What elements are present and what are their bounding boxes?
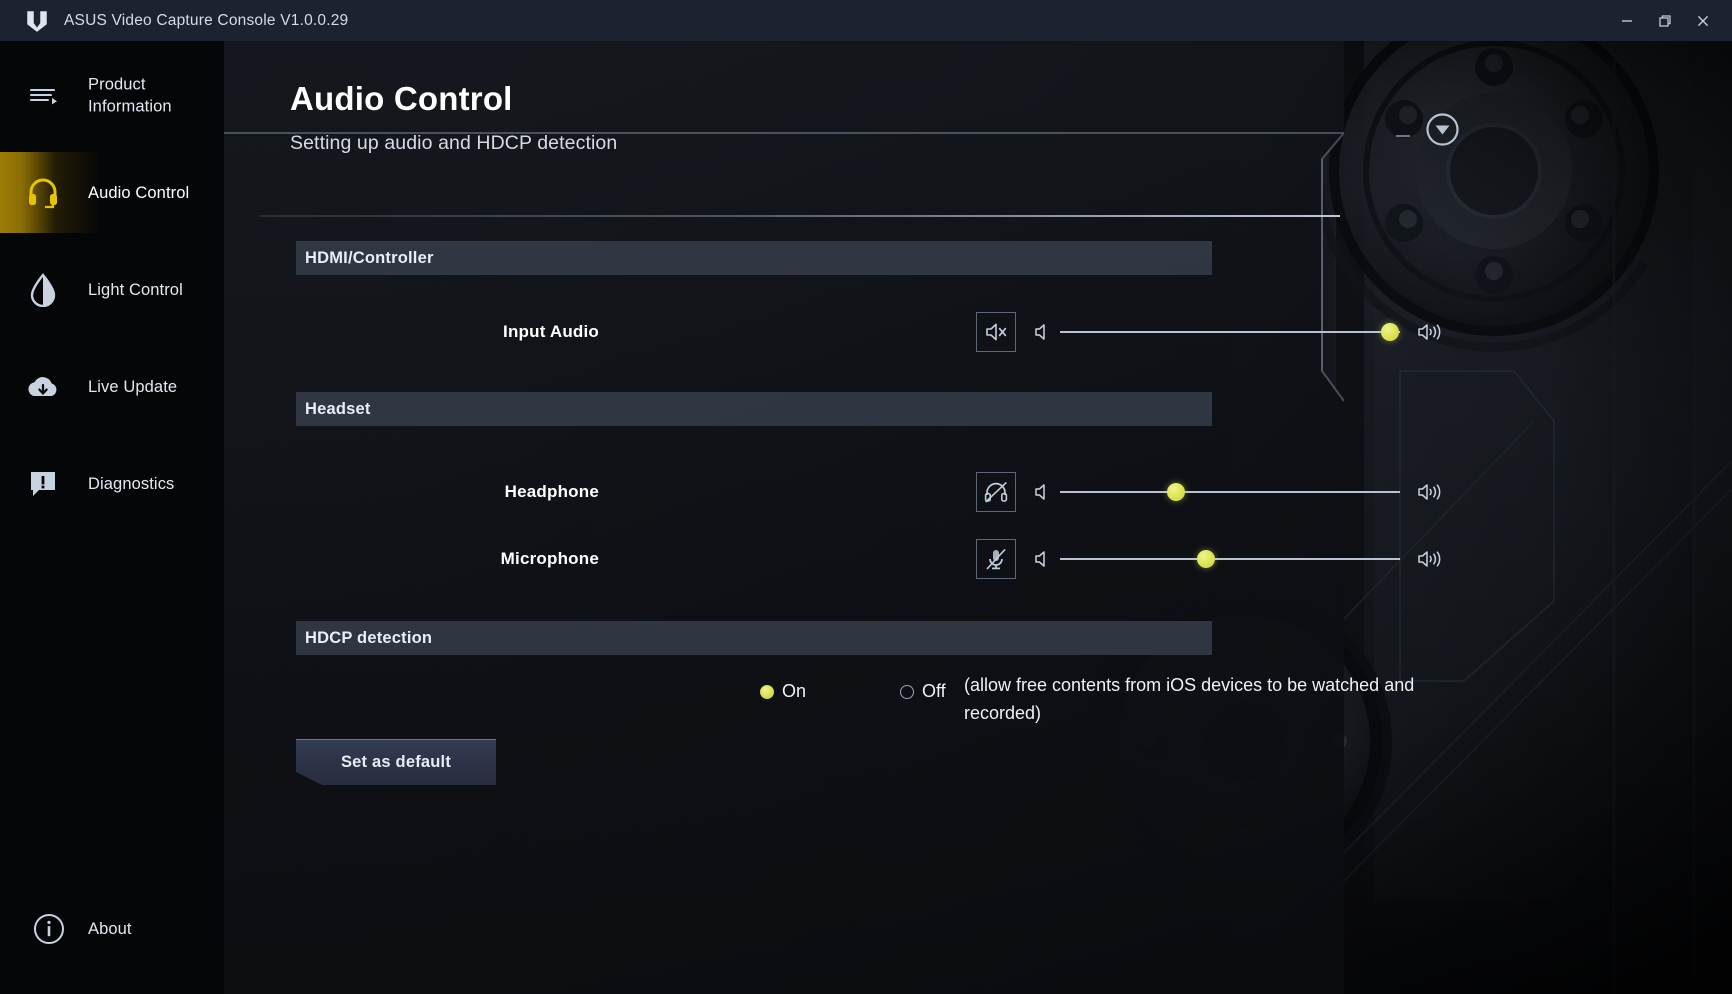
speaker-low-icon [1034,483,1050,501]
radio-dot [760,684,774,699]
sidebar-item-label: Light Control [88,280,183,299]
header-divider [260,215,1340,217]
section-header-hdcp-detection: HDCP detection [296,621,1212,655]
slider-track [1060,558,1400,560]
speaker-high-icon [1417,482,1443,502]
radio-dot [900,684,914,699]
tuf-shield-logo [27,10,47,32]
row-headphone: Headphone [224,469,1441,515]
set-as-default-button[interactable]: Set as default [296,739,496,785]
input-audio-slider[interactable] [1060,322,1400,342]
speaker-high-icon [1417,549,1443,569]
headset-icon [22,172,64,214]
slider-thumb[interactable] [1380,323,1399,341]
input-audio-mute-button[interactable] [976,312,1016,352]
sidebar-item-diagnostics[interactable]: Diagnostics [0,435,224,532]
sidebar-item-label: Live Update [88,377,178,396]
restore-button[interactable] [1646,0,1684,41]
window-title: ASUS Video Capture Console V1.0.0.29 [64,11,349,29]
row-label: Microphone [500,549,599,568]
row-input-audio: Input Audio [224,309,1441,355]
headphone-mute-button[interactable] [976,472,1016,512]
alert-chat-icon [22,463,64,505]
sidebar-item-label: About [88,919,132,938]
speaker-high-icon [1417,322,1443,342]
row-microphone: Microphone [224,536,1441,582]
title-bar: ASUS Video Capture Console V1.0.0.29 [0,0,1732,41]
sidebar-item-light-control[interactable]: Light Control [0,241,224,338]
hdcp-radio-on[interactable]: On [760,681,806,702]
droplet-contrast-icon [22,269,64,311]
button-label: Set as default [340,752,452,771]
slider-track [1060,331,1400,333]
microphone-mute-button[interactable] [976,539,1016,579]
minimize-icon [1622,19,1632,22]
hdcp-note: (allow free contents from iOS devices to… [964,675,1415,723]
sidebar-item-label: Diagnostics [88,474,175,493]
close-icon [1697,15,1709,26]
page-title: Audio Control [290,80,513,117]
microphone-slider[interactable] [1060,549,1400,569]
sidebar-item-about[interactable]: About [0,894,224,964]
slider-track [1060,491,1400,493]
slider-thumb[interactable] [1166,483,1185,501]
headphone-slider[interactable] [1060,482,1400,502]
sidebar-item-live-update[interactable]: Live Update [0,338,224,435]
close-button[interactable] [1684,0,1722,41]
section-header-headset: Headset [296,392,1212,426]
speaker-low-icon [1034,323,1050,341]
sidebar-item-label: Audio Control [88,183,190,202]
section-title: HDCP detection [305,628,433,647]
section-title: HDMI/Controller [305,248,434,267]
radio-label: On [782,681,807,701]
sidebar: Product Information Audio Control Light … [0,41,224,994]
section-header-hdmi-controller: HDMI/Controller [296,241,1212,275]
speaker-low-icon [1034,550,1050,568]
collapse-button[interactable] [1424,111,1461,148]
restore-icon [1659,14,1671,27]
sidebar-item-label: Product Information [88,75,172,116]
radio-label: Off [922,681,946,701]
page-subtitle: Setting up audio and HDCP detection [290,132,618,154]
headphone-slash-icon [984,481,1008,503]
main-content: Audio Control Setting up audio and HDCP … [224,41,1459,994]
info-circle-icon [28,908,70,950]
cloud-download-icon [22,366,64,408]
row-label: Input Audio [503,322,599,341]
slider-thumb[interactable] [1197,550,1216,568]
sidebar-item-audio-control[interactable]: Audio Control [0,144,224,241]
chevron-down-circle-icon [1426,113,1459,146]
menu-list-icon [22,75,64,117]
app-window: ASUS Video Capture Console V1.0.0.29 Pro… [0,0,1732,994]
hdcp-radio-off[interactable]: Off [900,681,946,702]
microphone-slash-icon [986,548,1006,570]
sidebar-item-product-information[interactable]: Product Information [0,47,224,144]
speaker-mute-icon [986,323,1007,341]
minus-icon [1396,135,1410,137]
minimize-button[interactable] [1608,0,1646,41]
row-label: Headphone [504,482,599,501]
section-title: Headset [305,399,371,418]
